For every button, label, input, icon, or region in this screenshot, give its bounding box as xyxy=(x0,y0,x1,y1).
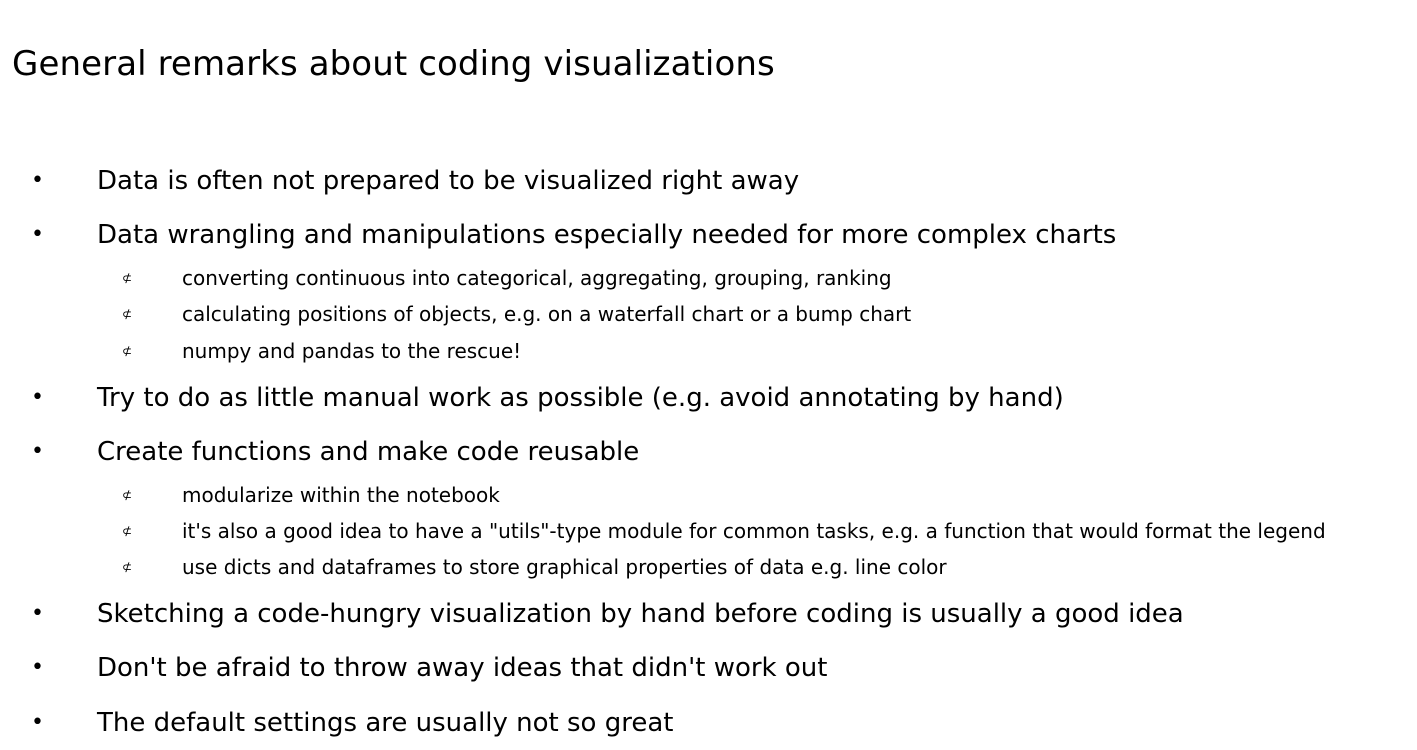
sub-bullet-icon: ⊄ xyxy=(121,307,133,321)
sub-bullet-icon: ⊄ xyxy=(121,488,133,502)
bullet-text: Data wrangling and manipulations especia… xyxy=(97,220,1117,250)
bullet-dot-icon: • xyxy=(31,439,44,464)
bullet-dot-icon: • xyxy=(31,655,44,680)
sub-bullet-icon: ⊄ xyxy=(121,271,133,285)
bullet-dot-icon: • xyxy=(31,168,44,193)
bullet-text: Data is often not prepared to be visuali… xyxy=(97,166,800,196)
bullet-text: Don't be afraid to throw away ideas that… xyxy=(97,653,828,683)
sub-bullet-text: converting continuous into categorical, … xyxy=(182,266,892,290)
bullet-dot-icon: • xyxy=(31,222,44,247)
bullet-text: Try to do as little manual work as possi… xyxy=(97,383,1064,413)
bullet-dot-icon: • xyxy=(31,710,44,735)
bullet-dot-icon: • xyxy=(31,601,44,626)
sub-bullet-icon: ⊄ xyxy=(121,560,133,574)
sub-bullet-icon: ⊄ xyxy=(121,344,133,358)
bullet-text: Create functions and make code reusable xyxy=(97,437,640,467)
bullet-dot-icon: • xyxy=(31,385,44,410)
sub-bullet-text: use dicts and dataframes to store graphi… xyxy=(182,555,947,579)
bullet-text: Sketching a code-hungry visualization by… xyxy=(97,599,1184,629)
bullet-text: The default settings are usually not so … xyxy=(97,708,674,738)
sub-bullet-text: calculating positions of objects, e.g. o… xyxy=(182,302,912,326)
sub-bullet-icon: ⊄ xyxy=(121,524,133,538)
sub-bullet-text: numpy and pandas to the rescue! xyxy=(182,339,522,363)
slide: General remarks about coding visualizati… xyxy=(0,0,1417,750)
sub-bullet-text: modularize within the notebook xyxy=(182,483,500,507)
sub-bullet-text: it's also a good idea to have a "utils"-… xyxy=(182,519,1326,543)
slide-title: General remarks about coding visualizati… xyxy=(12,44,775,84)
